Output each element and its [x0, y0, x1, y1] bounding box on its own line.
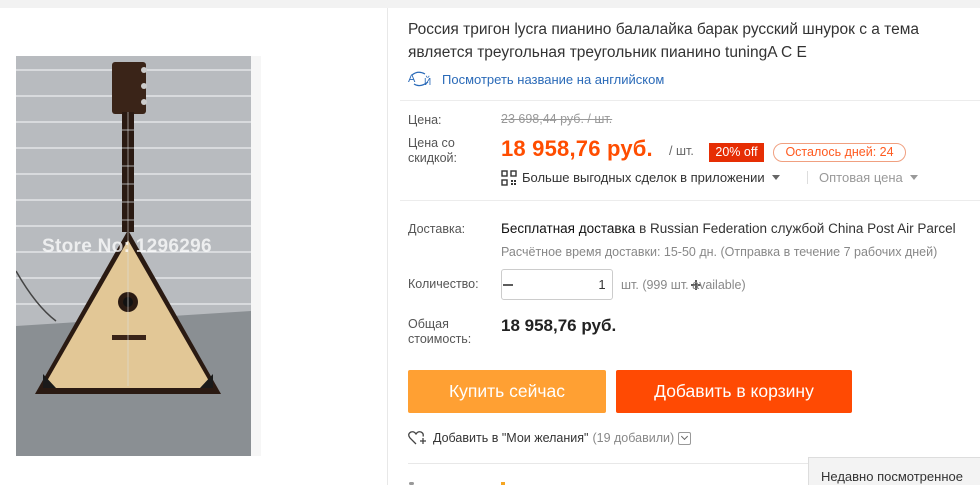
- divider: [400, 100, 980, 101]
- app-deals-label: Больше выгодных сделок в приложении: [522, 170, 765, 185]
- product-image[interactable]: Store No: 1296296: [16, 56, 251, 456]
- sale-price-label: Цена со скидкой:: [408, 136, 458, 165]
- quantity-available: шт. (999 шт. available): [621, 278, 746, 292]
- add-to-wishlist[interactable]: Добавить в "Мои желания" (19 добавили): [408, 429, 692, 447]
- delivery-service-text: службой: [770, 221, 825, 236]
- add-to-cart-button[interactable]: Добавить в корзину: [616, 370, 852, 413]
- svg-text:Й: Й: [424, 75, 431, 88]
- translate-title-link[interactable]: A Й Посмотреть название на английском: [408, 69, 664, 89]
- discount-badge: 20% off: [709, 143, 764, 162]
- minus-icon: [503, 283, 513, 286]
- total-label: Общая стоимость:: [408, 317, 472, 346]
- product-title: Россия тригон lycra пианино балалайка ба…: [408, 21, 920, 61]
- image-edge: [251, 56, 261, 456]
- divider: [807, 171, 808, 184]
- wholesale-label: Оптовая цена: [819, 170, 903, 185]
- delivery-info: Бесплатная доставка в Russian Federation…: [501, 221, 956, 236]
- chevron-down-icon[interactable]: [678, 431, 692, 445]
- buy-now-button[interactable]: Купить сейчас: [408, 370, 606, 413]
- chevron-down-icon: [909, 175, 918, 180]
- top-strip: [0, 0, 980, 8]
- translate-icon: A Й: [408, 71, 431, 88]
- recently-viewed-tab[interactable]: Недавно посмотренное: [808, 457, 980, 485]
- quantity-decrease-button[interactable]: [502, 270, 514, 299]
- delivery-country[interactable]: Russian Federation: [650, 221, 767, 236]
- divider: [400, 200, 980, 201]
- delivery-estimate: Расчётное время доставки: 15-50 дн. (Отп…: [501, 245, 938, 259]
- old-price: 23 698,44 руб. / шт.: [501, 112, 613, 126]
- wishlist-label: Добавить в "Мои желания": [433, 431, 589, 445]
- qr-code-icon: [501, 169, 517, 186]
- heart-plus-icon: [408, 431, 426, 445]
- image-watermark: Store No: 1296296: [42, 236, 212, 257]
- chevron-down-icon: [771, 175, 780, 180]
- app-deals-dropdown[interactable]: Больше выгодных сделок в приложении: [501, 169, 780, 186]
- delivery-in-text: в: [639, 221, 647, 236]
- quantity-label: Количество:: [408, 277, 479, 291]
- translate-link-label: Посмотреть название на английском: [442, 71, 665, 87]
- delivery-carrier[interactable]: China Post Air Parcel: [828, 221, 956, 236]
- wishlist-count: (19 добавили): [592, 431, 675, 445]
- sale-price: 18 958,76 руб.: [501, 136, 653, 161]
- per-unit: / шт.: [669, 144, 694, 158]
- divider: [408, 463, 808, 464]
- free-shipping-text: Бесплатная доставка: [501, 221, 636, 236]
- delivery-label: Доставка:: [408, 222, 466, 236]
- price-label: Цена:: [408, 113, 442, 127]
- total-price: 18 958,76 руб.: [501, 316, 617, 335]
- quantity-stepper: [501, 269, 701, 300]
- days-left-badge: Осталось дней: 24: [773, 143, 906, 162]
- wholesale-price-dropdown[interactable]: Оптовая цена: [819, 169, 918, 186]
